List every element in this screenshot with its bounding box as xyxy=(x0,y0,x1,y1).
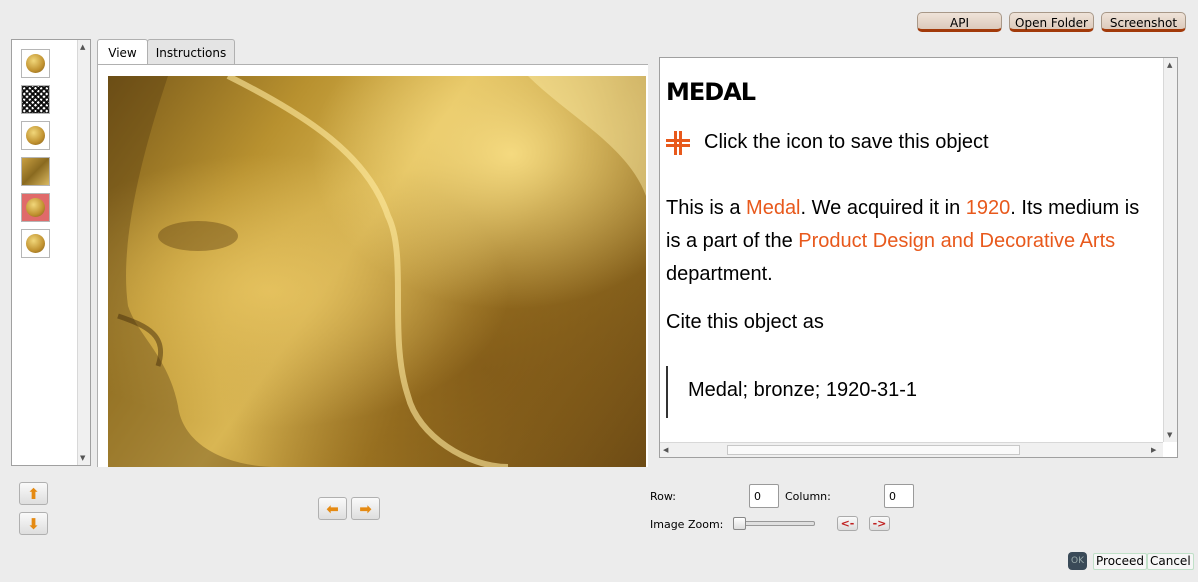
arrow-up-icon: ⬆ xyxy=(27,485,40,503)
description-text: is a part of the xyxy=(666,230,799,252)
previous-button[interactable]: ⬅ xyxy=(318,497,347,520)
year-link[interactable]: 1920 xyxy=(966,197,1011,219)
scroll-left-icon[interactable]: ◀ xyxy=(663,446,668,454)
thumbnail-scrollbar[interactable]: ▲ ▼ xyxy=(77,40,90,465)
arrow-left-icon: ⬅ xyxy=(326,500,339,518)
department-link[interactable]: Product Design and Decorative Arts xyxy=(798,230,1115,252)
medal-relief-icon xyxy=(108,76,646,467)
description-text: department. xyxy=(666,263,773,285)
save-object-icon[interactable] xyxy=(666,131,690,155)
zoom-label: Image Zoom: xyxy=(650,518,724,531)
description-text: . Its medium is xyxy=(1010,197,1140,219)
zoom-slider-track[interactable] xyxy=(737,521,815,526)
arrow-down-icon: ⬇ xyxy=(27,515,40,533)
row-spinbox[interactable]: 0 xyxy=(749,484,779,508)
info-vertical-scrollbar[interactable]: ▲ ▼ xyxy=(1163,58,1177,442)
move-up-button[interactable]: ⬆ xyxy=(19,482,48,505)
info-horizontal-scrollbar[interactable]: ◀ ▶ xyxy=(660,442,1163,457)
zoom-out-button[interactable]: -> xyxy=(869,516,890,531)
scroll-up-icon[interactable]: ▲ xyxy=(80,43,85,51)
screenshot-button[interactable]: Screenshot xyxy=(1101,12,1186,32)
scroll-down-icon[interactable]: ▼ xyxy=(80,454,85,462)
tab-view[interactable]: View xyxy=(97,39,148,66)
api-button[interactable]: API xyxy=(917,12,1002,32)
description-text: This is a xyxy=(666,197,747,219)
thumbnail-item[interactable] xyxy=(21,49,50,78)
scroll-down-icon[interactable]: ▼ xyxy=(1167,431,1172,439)
scroll-right-icon[interactable]: ▶ xyxy=(1151,446,1156,454)
medal-image xyxy=(108,76,646,467)
save-instruction: Click the icon to save this object xyxy=(704,131,989,153)
thumbnail-item-selected[interactable] xyxy=(21,193,50,222)
arrow-right-icon: ➡ xyxy=(359,500,372,518)
cancel-button[interactable]: Cancel xyxy=(1147,553,1194,570)
ok-button[interactable]: OK xyxy=(1068,552,1087,570)
description-text: . We acquired it in xyxy=(800,197,966,219)
medal-thumbnail-image xyxy=(26,234,45,253)
zoom-slider-thumb[interactable] xyxy=(733,517,746,530)
thumbnail-item[interactable] xyxy=(21,229,50,258)
object-description: This is a Medal. We acquired it in 1920.… xyxy=(666,192,1177,291)
thumbnail-list[interactable]: ▲ ▼ xyxy=(11,39,91,466)
horizontal-scroll-thumb[interactable] xyxy=(727,445,1020,455)
object-info-panel[interactable]: MEDAL Click the icon to save this object… xyxy=(659,57,1178,458)
proceed-button[interactable]: Proceed xyxy=(1093,553,1148,570)
zoom-in-button[interactable]: <- xyxy=(837,516,858,531)
citation-text: Medal; bronze; 1920-31-1 xyxy=(666,366,917,418)
medal-thumbnail-image xyxy=(26,54,45,73)
cite-heading: Cite this object as xyxy=(666,311,824,333)
column-spinbox[interactable]: 0 xyxy=(884,484,914,508)
open-folder-button[interactable]: Open Folder xyxy=(1009,12,1094,32)
thumbnail-item[interactable] xyxy=(21,157,50,186)
row-label: Row: xyxy=(650,490,676,503)
next-button[interactable]: ➡ xyxy=(351,497,380,520)
tab-instructions[interactable]: Instructions xyxy=(147,39,235,65)
object-type-link[interactable]: Medal xyxy=(746,197,800,219)
column-label: Column: xyxy=(785,490,831,503)
medal-thumbnail-image xyxy=(26,126,45,145)
thumbnail-item[interactable] xyxy=(21,85,50,114)
medal-thumbnail-image xyxy=(26,198,45,217)
object-title: MEDAL xyxy=(666,78,756,106)
move-down-button[interactable]: ⬇ xyxy=(19,512,48,535)
scroll-up-icon[interactable]: ▲ xyxy=(1167,61,1172,69)
thumbnail-item[interactable] xyxy=(21,121,50,150)
